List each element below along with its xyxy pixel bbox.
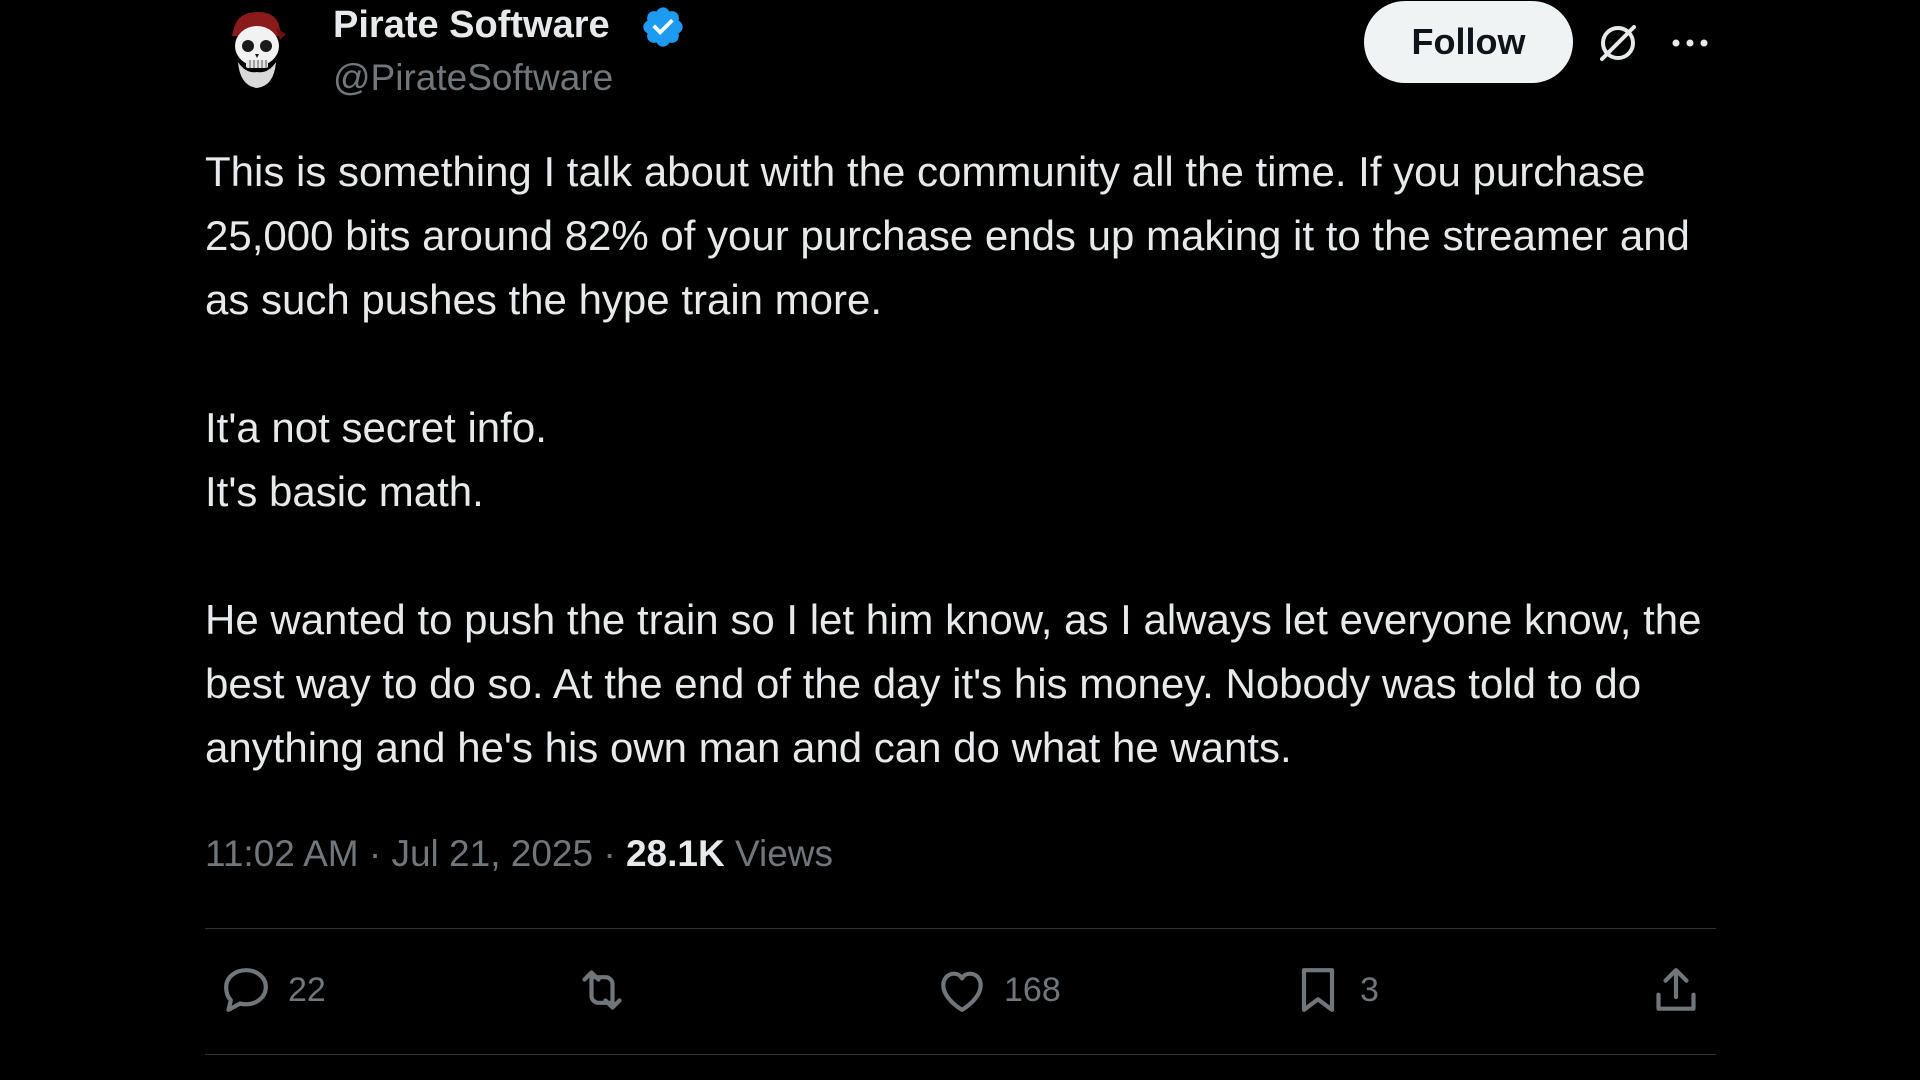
- repost-icon: [582, 970, 622, 1010]
- bookmark-count: 3: [1360, 970, 1379, 1009]
- bookmark-button[interactable]: 3: [1290, 960, 1379, 1020]
- tweet-paragraph: He wanted to push the train so I let him…: [205, 596, 1702, 771]
- divider-bottom: [205, 1054, 1716, 1055]
- share-icon: [1656, 968, 1696, 1011]
- tweet-paragraph: This is something I talk about with the …: [205, 148, 1690, 323]
- share-button[interactable]: [1648, 960, 1704, 1020]
- repost-button[interactable]: [574, 960, 644, 1020]
- bookmark-icon: [1301, 968, 1335, 1012]
- tweet-time[interactable]: 11:02 AM: [205, 833, 359, 874]
- avatar[interactable]: [224, 6, 288, 94]
- tweet-paragraph: It's basic math.: [205, 468, 484, 515]
- tweet-text: This is something I talk about with the …: [205, 140, 1725, 780]
- author-handle[interactable]: @PirateSoftware: [333, 55, 613, 101]
- author-display-name[interactable]: Pirate Software: [333, 2, 610, 48]
- tweet-paragraph: It'a not secret info.: [205, 404, 547, 451]
- views-label: Views: [735, 833, 834, 874]
- tweet-date[interactable]: Jul 21, 2025: [391, 833, 593, 874]
- meta-separator: ·: [603, 833, 616, 874]
- like-count: 168: [1004, 970, 1061, 1009]
- like-button[interactable]: 168: [934, 960, 1061, 1020]
- views-count: 28.1K: [625, 833, 725, 874]
- reply-button[interactable]: 22: [218, 960, 326, 1020]
- grok-icon[interactable]: [1594, 19, 1642, 67]
- divider-top: [205, 928, 1716, 929]
- verified-badge-icon[interactable]: [640, 4, 686, 50]
- heart-icon: [941, 971, 983, 1012]
- tweet-page: Pirate Software @PirateSoftware Follow T…: [0, 0, 1920, 1080]
- reply-count: 22: [288, 970, 326, 1009]
- meta-separator: ·: [368, 833, 382, 874]
- follow-button[interactable]: Follow: [1364, 1, 1573, 83]
- reply-icon: [224, 968, 268, 1012]
- tweet-meta: 11:02 AM · Jul 21, 2025 · 28.1K Views: [205, 826, 833, 882]
- more-icon[interactable]: [1666, 19, 1714, 67]
